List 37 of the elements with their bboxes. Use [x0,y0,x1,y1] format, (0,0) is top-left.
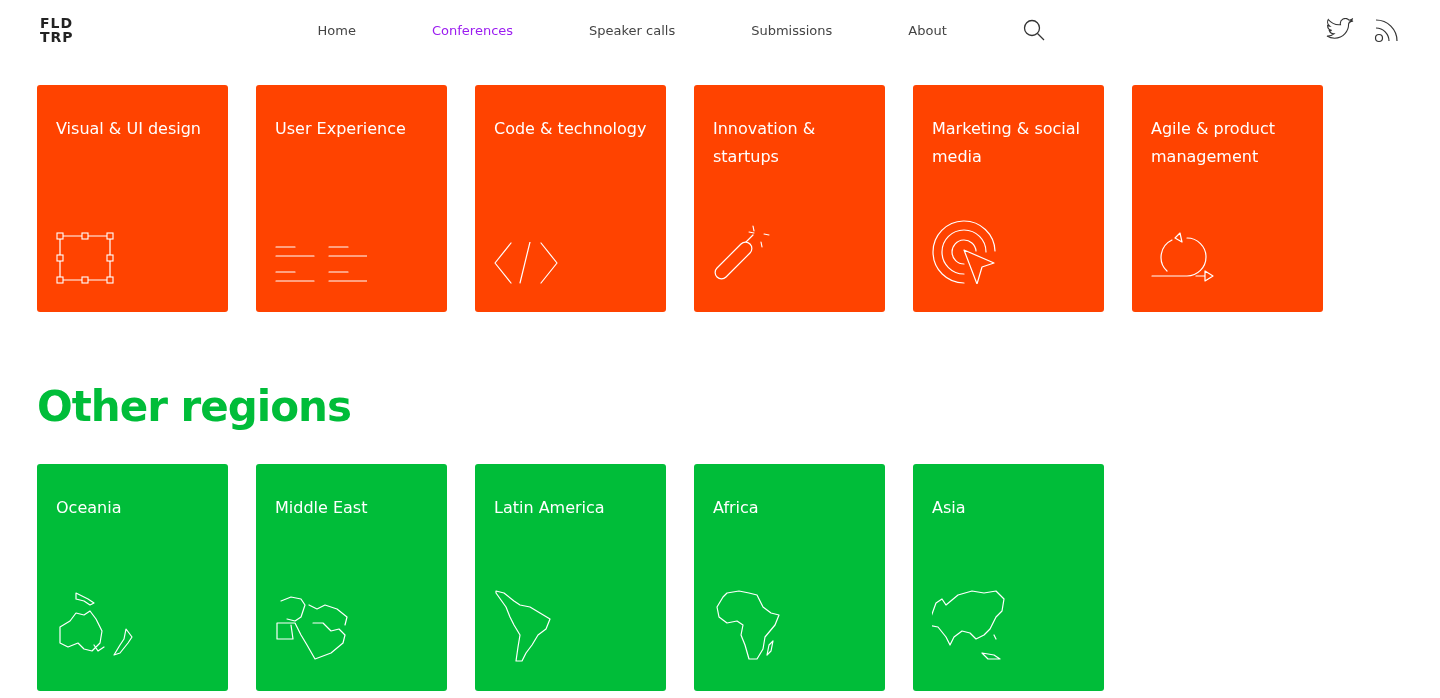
category-card[interactable]: Oceania [37,464,228,691]
nav-link[interactable]: Conferences [432,22,514,38]
category-card[interactable]: Visual & UI design [37,85,228,312]
target-cursor-icon [932,220,998,284]
africa-map-icon [713,589,781,663]
selection-icon [56,232,114,284]
nav-link[interactable]: Speaker calls [589,22,676,38]
card-title: Oceania [56,497,122,519]
card-title: Latin America [494,497,605,519]
search-icon[interactable] [1022,19,1045,41]
category-card[interactable]: Innovation & startups [694,85,885,312]
card-title: Visual & UI design [56,118,201,140]
card-title: Code & technology [494,118,647,140]
card-title: Agile & product management [1151,118,1277,168]
bird-icon[interactable] [1326,18,1354,42]
nav-link[interactable]: Submissions [751,22,833,38]
category-card[interactable]: Code & technology [475,85,666,312]
code-icon [494,242,558,284]
category-card[interactable]: User Experience [256,85,447,312]
category-card[interactable]: Africa [694,464,885,691]
category-card[interactable]: Marketing & social media [913,85,1104,312]
card-title: Middle East [275,497,368,519]
rss-icon[interactable] [1374,17,1400,43]
nav-link[interactable]: About [908,22,947,38]
category-card[interactable]: Asia [913,464,1104,691]
text-lines-icon [275,246,367,284]
card-title: User Experience [275,118,406,140]
category-card[interactable]: Middle East [256,464,447,691]
card-title: Africa [713,497,759,519]
logo[interactable]: FLD TRP [40,16,74,44]
category-card[interactable]: Latin America [475,464,666,691]
section-heading: Other regions [37,382,352,432]
card-title: Innovation & startups [713,118,817,168]
card-title: Marketing & social media [932,118,1081,168]
nav-link[interactable]: Home [317,22,356,38]
card-title: Asia [932,497,966,519]
category-card[interactable]: Agile & product management [1132,85,1323,312]
